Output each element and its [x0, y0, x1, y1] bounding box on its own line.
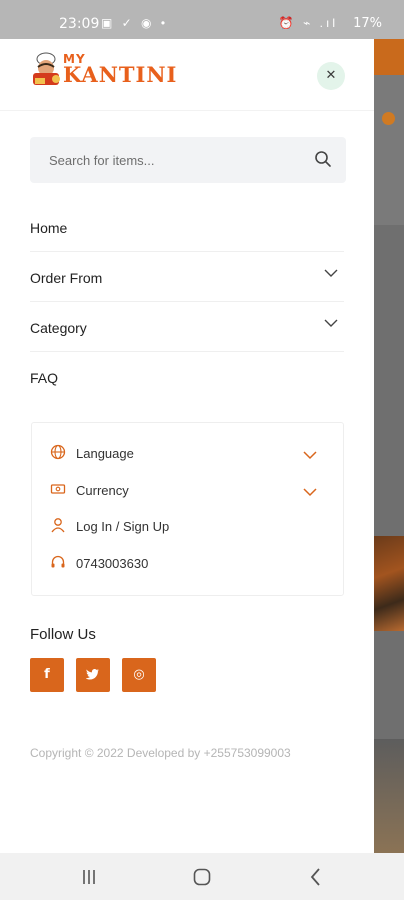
background-page-overlay[interactable] [374, 39, 404, 853]
background-header [374, 39, 404, 75]
twitter-icon [85, 669, 99, 680]
globe-icon [50, 444, 66, 460]
menu-item-label: Order From [30, 270, 103, 286]
twitter-button[interactable] [76, 658, 110, 692]
chevron-down-icon[interactable] [324, 316, 338, 330]
status-bar: 23:09 ▣ ✓ ◉ • ⏰ ⌁ .ıl 17% [0, 0, 404, 39]
phone-number: 0743003630 [76, 556, 149, 571]
instagram-button[interactable]: ◎ [122, 658, 156, 692]
main-menu: Home Order From Category FAQ [30, 202, 344, 402]
language-selector[interactable]: Language [50, 442, 330, 466]
login-label: Log In / Sign Up [76, 519, 170, 534]
back-icon[interactable] [305, 866, 327, 888]
phone-link[interactable]: 0743003630 [50, 552, 330, 576]
menu-item-order-from[interactable]: Order From [30, 252, 344, 302]
home-icon[interactable] [191, 866, 213, 888]
close-button[interactable]: ✕ [317, 62, 345, 90]
chevron-down-icon[interactable] [324, 266, 338, 280]
language-label: Language [76, 446, 134, 461]
search-icon[interactable] [314, 150, 332, 168]
menu-item-faq[interactable]: FAQ [30, 352, 344, 402]
menu-item-home[interactable]: Home [30, 202, 344, 252]
android-nav-bar [0, 853, 404, 900]
status-time: 23:09 [59, 16, 100, 32]
close-icon: ✕ [325, 68, 337, 83]
copyright-text: Copyright © 2022 Developed by +255753099… [30, 746, 291, 760]
recent-apps-icon[interactable] [78, 866, 100, 888]
facebook-button[interactable]: f [30, 658, 64, 692]
chef-logo-icon [33, 52, 60, 85]
headphones-icon [51, 555, 65, 568]
search-input[interactable] [30, 137, 310, 183]
background-plate-image [374, 739, 404, 853]
follow-us-title: Follow Us [30, 626, 96, 643]
instagram-icon: ◎ [133, 667, 145, 682]
brand-logo[interactable]: MY KANTINI [30, 51, 176, 91]
menu-item-category[interactable]: Category [30, 302, 344, 352]
chevron-down-icon[interactable] [303, 485, 317, 499]
battery-level: 17% [353, 16, 382, 31]
system-status-icons: ⏰ ⌁ .ıl [278, 16, 338, 30]
chevron-down-icon[interactable] [303, 448, 317, 462]
menu-item-label: FAQ [30, 370, 59, 386]
facebook-icon: f [44, 667, 50, 682]
menu-item-label: Home [30, 220, 68, 236]
currency-label: Currency [76, 483, 129, 498]
cart-badge [382, 112, 395, 125]
settings-box: Language Currency Log In / Sign Up 07430… [31, 422, 344, 596]
side-drawer: MY KANTINI ✕ Home Order From Category [0, 39, 374, 853]
currency-selector[interactable]: Currency [50, 479, 330, 503]
currency-icon [50, 484, 66, 494]
menu-item-label: Category [30, 320, 87, 336]
login-signup-link[interactable]: Log In / Sign Up [50, 515, 330, 539]
drawer-header: MY KANTINI ✕ [0, 39, 374, 111]
background-strip [374, 75, 404, 225]
background-food-image [374, 536, 404, 631]
search-bar [30, 137, 346, 183]
logo-name-text: KANTINI [63, 62, 178, 87]
user-icon [51, 518, 65, 533]
notification-icons: ▣ ✓ ◉ • [101, 16, 169, 30]
